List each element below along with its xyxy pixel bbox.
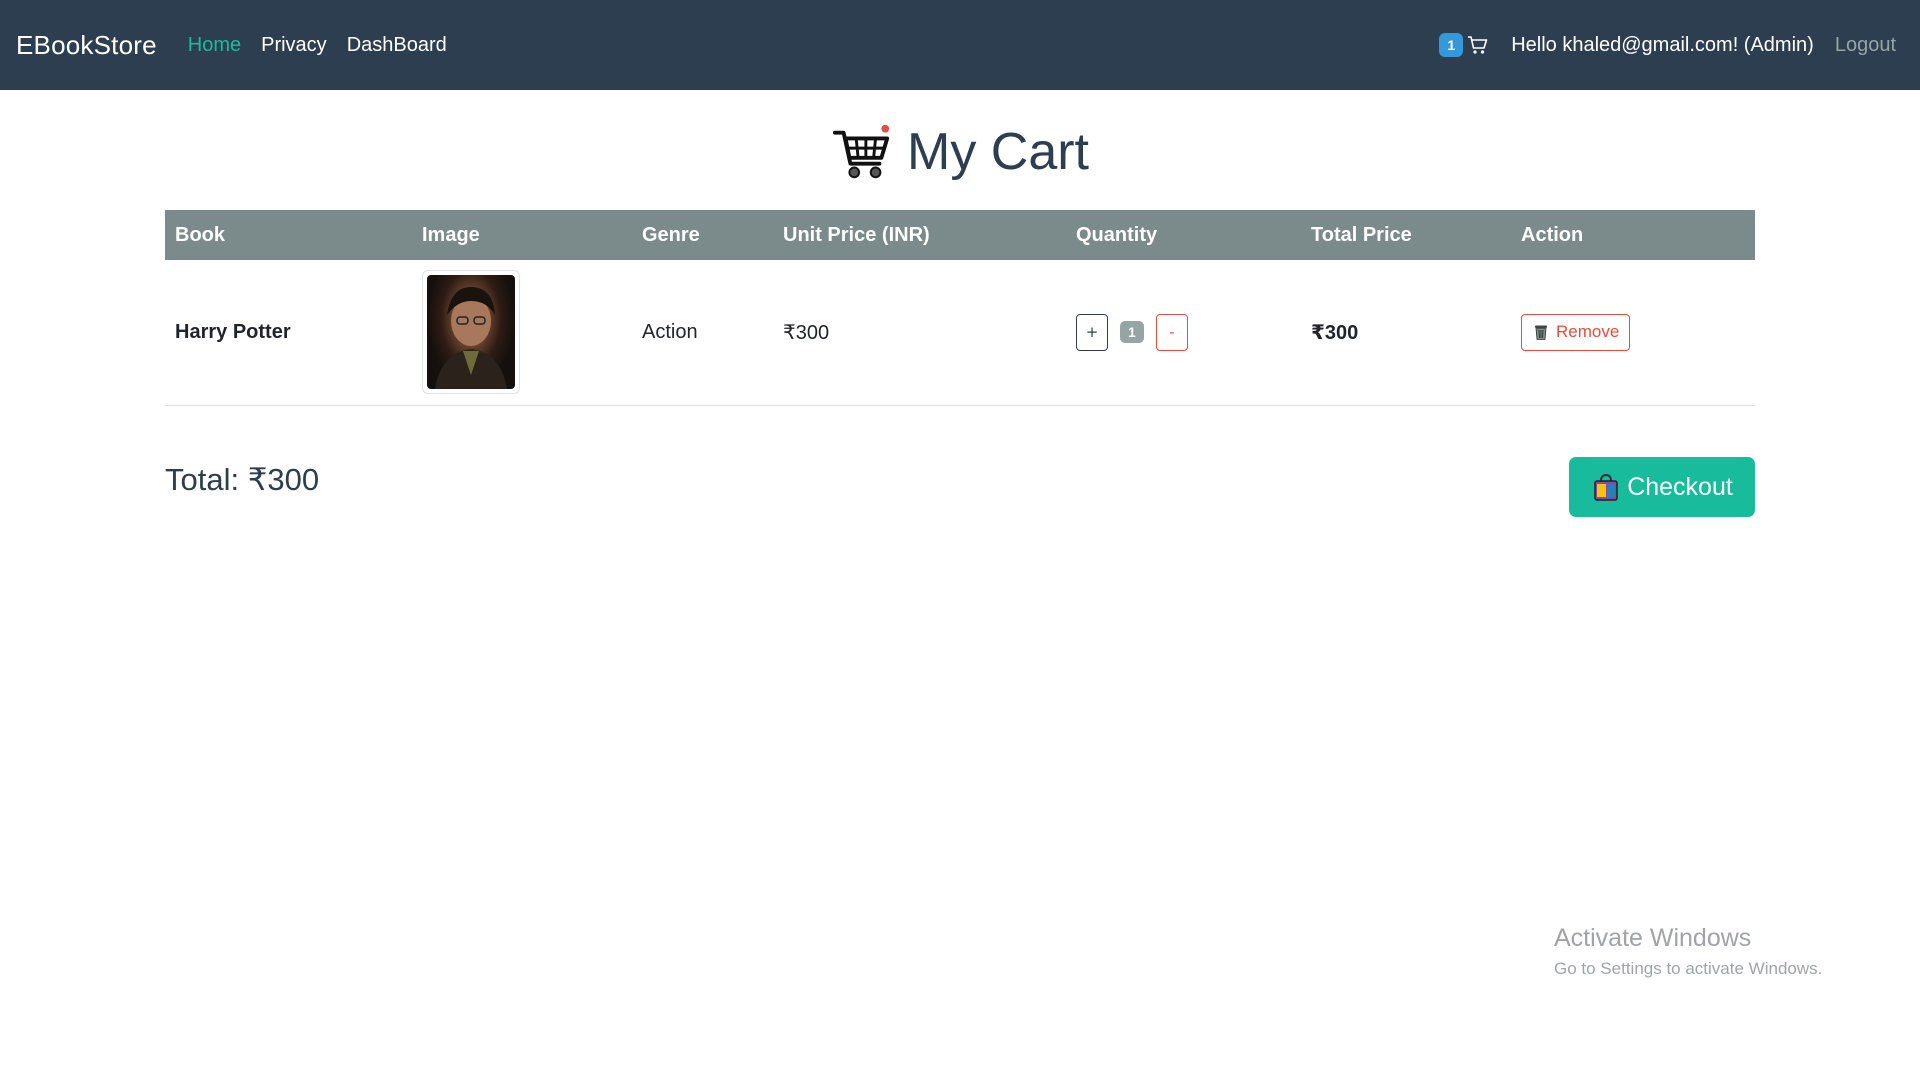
nav-home-link[interactable]: Home [188, 34, 241, 57]
cell-book-title: Harry Potter [175, 320, 291, 343]
book-cover-thumbnail [422, 270, 520, 395]
table-row: Harry Potter Action ₹300 + 1 - ₹300 Remo… [165, 260, 1755, 405]
column-header-quantity: Quantity [1076, 223, 1158, 246]
watermark-subtitle: Go to Settings to activate Windows. [1554, 959, 1823, 978]
cart-total: Total: ₹300 [165, 462, 320, 497]
page-title-text: My Cart [907, 123, 1089, 181]
column-header-action: Action [1521, 223, 1584, 246]
logout-link[interactable]: Logout [1835, 34, 1896, 57]
cell-total-price: ₹300 [1311, 321, 1359, 344]
checkout-button-label: Checkout [1627, 472, 1733, 501]
decrease-quantity-button[interactable]: - [1155, 313, 1188, 351]
column-header-image: Image [422, 223, 480, 246]
table-header-row: Book Image Genre Unit Price (INR) Quanti… [165, 210, 1755, 260]
shopping-bag-icon [1591, 472, 1621, 502]
book-cover-image [427, 275, 515, 390]
cell-quantity: + 1 - [1066, 260, 1301, 405]
cell-image [412, 260, 632, 405]
cart-count-badge[interactable]: 1 [1439, 33, 1464, 57]
increase-quantity-button[interactable]: + [1076, 313, 1108, 351]
remove-button-label: Remove [1556, 322, 1620, 342]
nav-dashboard-link[interactable]: DashBoard [347, 34, 447, 57]
navbar-right: 1 Hello khaled@gmail.com! (Admin) Logout [1439, 0, 1904, 90]
column-header-total-price: Total Price [1311, 223, 1412, 246]
column-header-genre: Genre [642, 223, 700, 246]
cell-unit-price: ₹300 [783, 321, 830, 344]
checkout-button[interactable]: Checkout [1569, 457, 1755, 517]
cart-table: Book Image Genre Unit Price (INR) Quanti… [165, 210, 1755, 406]
shopping-cart-icon [832, 124, 890, 179]
activate-windows-watermark: Activate Windows Go to Settings to activ… [1554, 924, 1822, 979]
quantity-stepper: + 1 - [1076, 313, 1291, 351]
cell-genre: Action [642, 320, 698, 343]
nav-privacy-link[interactable]: Privacy [261, 34, 327, 57]
top-navbar: EBookStore Home Privacy DashBoard 1 Hell… [0, 0, 1920, 90]
remove-button[interactable]: Remove [1521, 313, 1631, 351]
user-greeting[interactable]: Hello khaled@gmail.com! (Admin) [1511, 34, 1814, 57]
quantity-value-badge: 1 [1120, 321, 1144, 344]
cell-action: Remove [1511, 260, 1755, 405]
cart-icon[interactable] [1467, 35, 1489, 55]
column-header-book: Book [175, 223, 225, 246]
column-header-unit-price: Unit Price (INR) [783, 223, 930, 246]
brand-link[interactable]: EBookStore [16, 30, 157, 61]
trash-icon [1532, 323, 1550, 341]
watermark-title: Activate Windows [1554, 924, 1752, 952]
page-title: My Cart [0, 112, 1920, 192]
